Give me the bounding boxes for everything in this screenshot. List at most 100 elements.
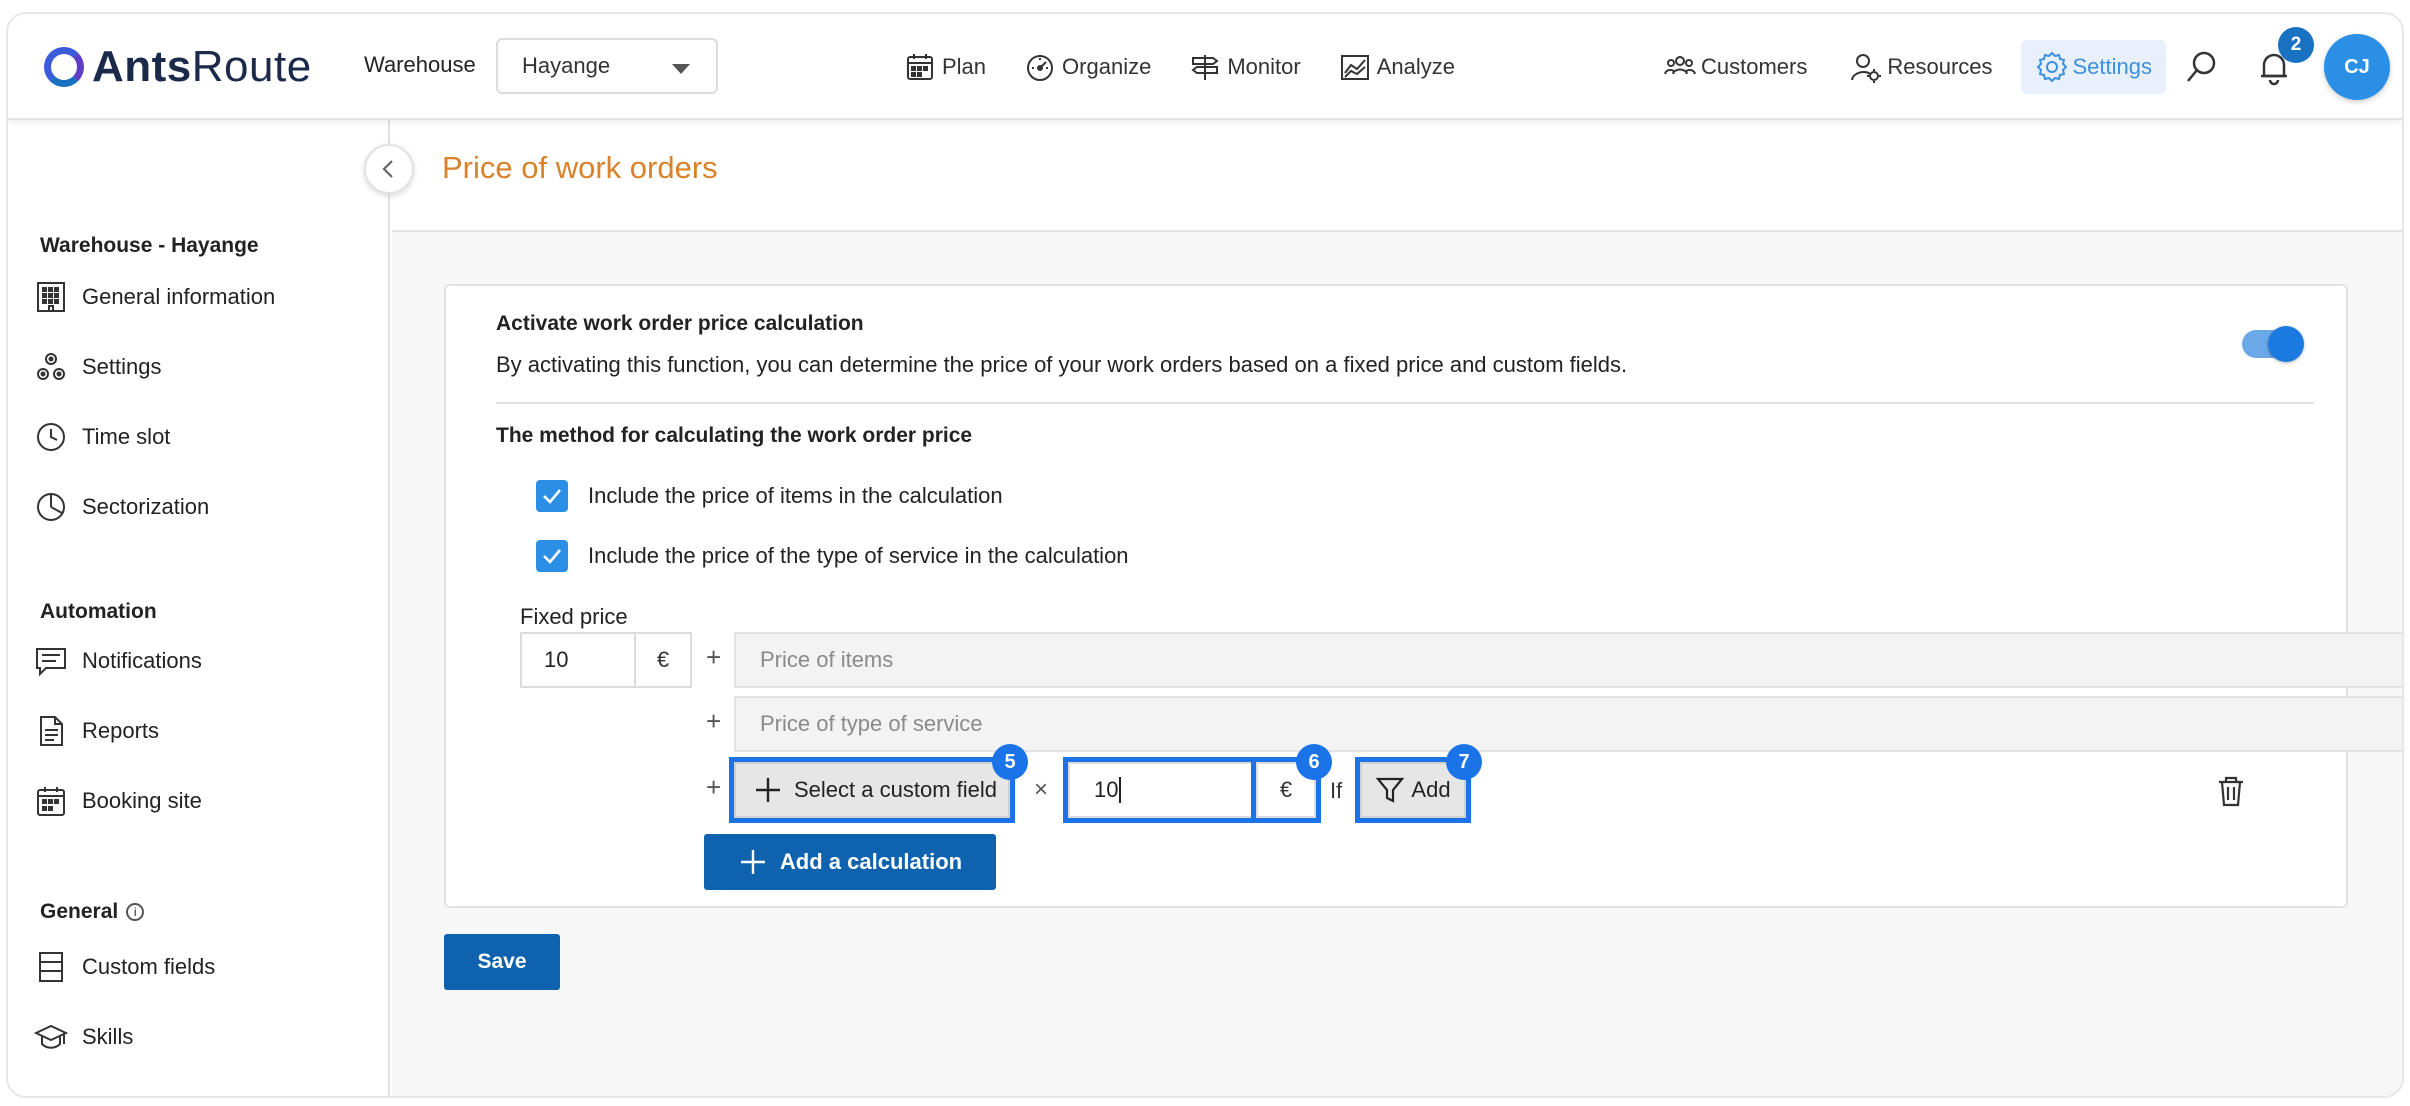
signpost-icon: [1191, 55, 1219, 80]
text-cursor: [1119, 777, 1122, 803]
nav-monitor-label: Monitor: [1227, 54, 1301, 79]
add-calculation-button[interactable]: Add a calculation: [704, 834, 996, 890]
notifications-button[interactable]: 2: [2252, 27, 2314, 89]
calendar-icon: [37, 787, 65, 816]
sidebar-item-label: Booking site: [82, 788, 202, 813]
resources-icon: [1851, 54, 1882, 83]
fixed-price-currency: €: [634, 632, 692, 688]
add-filter-label: Add: [1411, 777, 1451, 802]
sidebar-item-label: Reports: [82, 718, 160, 743]
nav-settings[interactable]: Settings: [2020, 40, 2166, 94]
logo-text-bold: Ants: [92, 42, 192, 91]
step-badge-6: 6: [1296, 744, 1332, 780]
multiplier-input[interactable]: 10: [1063, 757, 1263, 823]
warehouse-select-value: Hayange: [522, 53, 611, 78]
include-items-row: Include the price of items in the calcul…: [536, 480, 1003, 512]
notification-badge: 2: [2278, 27, 2314, 63]
customers-icon: [1664, 56, 1696, 75]
filter-icon: [1376, 777, 1405, 803]
nav-resources[interactable]: Resources: [1835, 40, 2006, 94]
gears-icon: [37, 353, 65, 380]
add-calculation-label: Add a calculation: [779, 849, 963, 874]
page-title: Price of work orders: [442, 150, 718, 185]
plus-sign: +: [706, 642, 722, 672]
main-content: Price of work orders Activate work order…: [392, 120, 2402, 1096]
sidebar-section-general-label: General: [40, 900, 119, 923]
activate-toggle[interactable]: [2242, 326, 2304, 362]
plus-icon: [756, 778, 780, 802]
nav-organize[interactable]: Organize: [1024, 51, 1151, 83]
multiply-sign: ×: [1034, 776, 1049, 803]
divider: [496, 402, 2314, 404]
clock-icon: [37, 423, 65, 451]
logo[interactable]: AntsRoute: [44, 40, 312, 94]
include-items-checkbox[interactable]: [536, 480, 568, 512]
nav-analyze-label: Analyze: [1376, 54, 1455, 79]
save-button[interactable]: Save: [444, 934, 560, 990]
fixed-price-input[interactable]: 10: [520, 632, 636, 688]
step-badge-7: 7: [1446, 744, 1482, 780]
method-title: The method for calculating the work orde…: [496, 424, 973, 447]
include-service-checkbox[interactable]: [536, 540, 568, 572]
nav-plan[interactable]: Plan: [904, 51, 986, 83]
select-custom-field-label: Select a custom field: [794, 777, 997, 802]
plus-icon: [740, 850, 765, 874]
right-nav: Customers Resources Settings 2 CJ: [1649, 14, 2402, 120]
nav-plan-label: Plan: [942, 54, 987, 79]
include-items-label: Include the price of items in the calcul…: [588, 483, 1003, 508]
warehouse-label: Warehouse: [364, 52, 476, 77]
sidebar-item-label: Time slot: [82, 424, 171, 449]
sidebar-item-label: Settings: [82, 354, 162, 379]
gear-icon: [2036, 51, 2067, 83]
sidebar: Warehouse - Hayange General information …: [8, 120, 390, 1096]
sidebar-section-general: General i: [40, 900, 145, 924]
fixed-price-label: Fixed price: [520, 604, 628, 629]
logo-text-regular: Route: [191, 42, 312, 91]
sidebar-item-booking-site[interactable]: Booking site: [34, 784, 202, 818]
select-custom-field-button[interactable]: Select a custom field: [729, 757, 1015, 823]
nav-customers[interactable]: Customers: [1649, 40, 1821, 94]
include-service-row: Include the price of the type of service…: [536, 540, 1129, 572]
nav-settings-label: Settings: [2072, 54, 2153, 79]
if-label: If: [1330, 778, 1343, 803]
warehouse-select[interactable]: Hayange: [496, 38, 718, 94]
step-badge-5: 5: [992, 744, 1028, 780]
collapse-sidebar-button[interactable]: [364, 144, 414, 194]
page-header: Price of work orders: [392, 120, 2402, 232]
message-icon: [36, 648, 66, 677]
sidebar-item-sectorization[interactable]: Sectorization: [34, 490, 209, 524]
sidebar-item-label: Skills: [82, 1024, 134, 1049]
sidebar-item-time-slot[interactable]: Time slot: [34, 420, 170, 454]
sidebar-section-warehouse: Warehouse - Hayange: [40, 234, 259, 257]
info-icon[interactable]: i: [126, 903, 145, 921]
toggle-knob: [2268, 326, 2304, 362]
sidebar-item-label: Notifications: [82, 648, 202, 673]
check-icon: [543, 489, 561, 504]
chart-icon: [1340, 55, 1369, 80]
trash-icon[interactable]: [2214, 774, 2248, 808]
sidebar-item-notifications[interactable]: Notifications: [34, 644, 202, 678]
graduation-cap-icon: [34, 1024, 68, 1049]
sidebar-item-general-information[interactable]: General information: [34, 280, 275, 314]
sidebar-item-custom-fields[interactable]: Custom fields: [34, 950, 215, 984]
building-icon: [37, 282, 65, 312]
nav-monitor[interactable]: Monitor: [1189, 51, 1301, 83]
speedometer-icon: [1027, 55, 1054, 81]
sidebar-item-reports[interactable]: Reports: [34, 714, 159, 748]
search-button[interactable]: [2180, 45, 2224, 89]
multiplier-value: 10: [1094, 777, 1119, 802]
avatar[interactable]: CJ: [2324, 34, 2390, 100]
plus-sign: +: [706, 772, 722, 802]
document-icon: [40, 716, 63, 746]
top-bar: AntsRoute Warehouse Hayange Plan Organiz…: [8, 14, 2402, 120]
nav-analyze[interactable]: Analyze: [1339, 51, 1455, 83]
chevron-down-icon: [672, 64, 690, 74]
sidebar-item-skills[interactable]: Skills: [34, 1020, 133, 1054]
check-icon: [543, 549, 561, 564]
calendar-icon: [907, 54, 933, 80]
sidebar-item-settings[interactable]: Settings: [34, 350, 162, 384]
activate-description: By activating this function, you can det…: [496, 352, 1628, 377]
price-of-items-field: Price of items: [734, 632, 2402, 688]
pie-icon: [37, 493, 65, 521]
main-nav: Plan Organize Monitor Analyze: [904, 14, 1455, 120]
